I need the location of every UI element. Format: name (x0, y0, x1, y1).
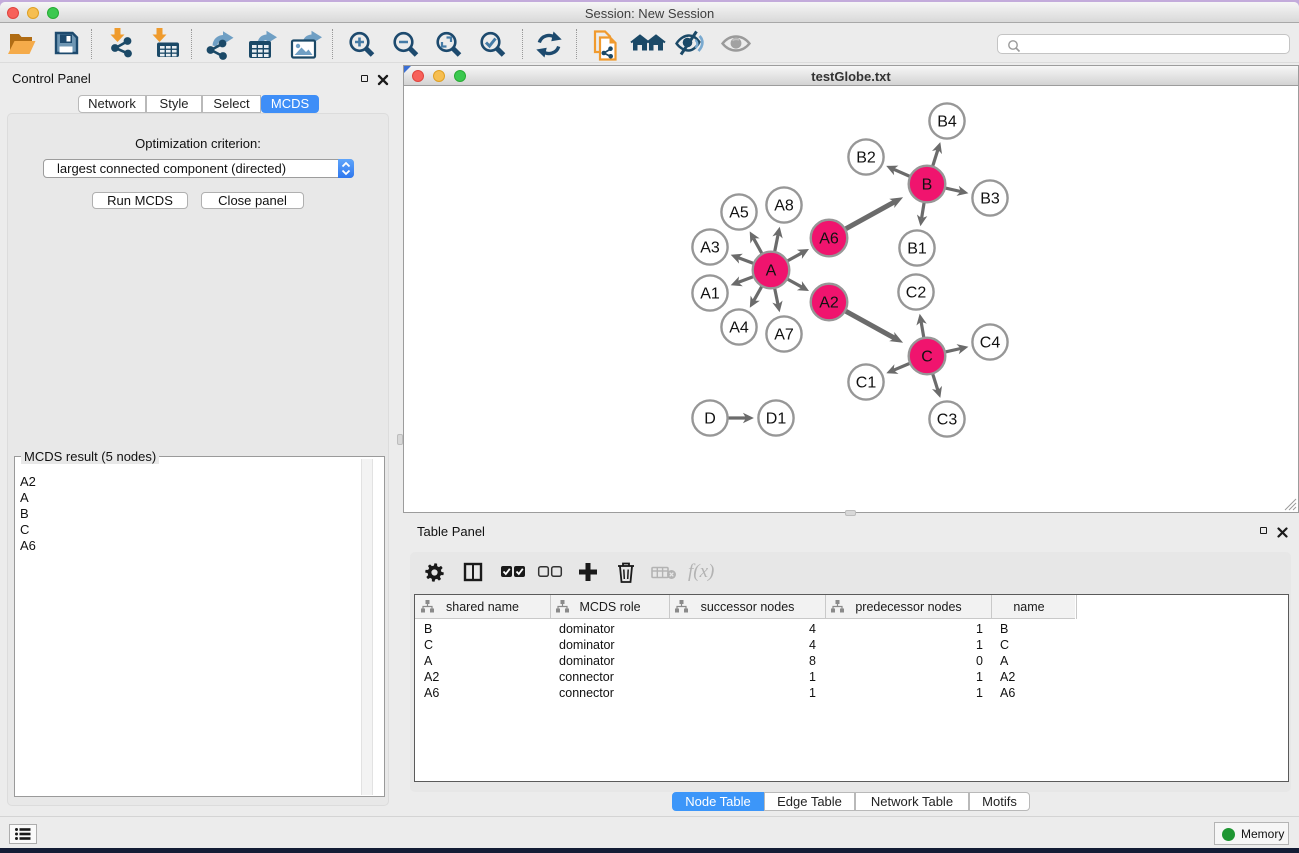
svg-text:A1: A1 (700, 286, 720, 303)
svg-text:A8: A8 (774, 198, 794, 215)
svg-text:B3: B3 (980, 191, 1000, 208)
svg-text:B2: B2 (856, 150, 876, 167)
svg-text:B1: B1 (907, 241, 927, 258)
svg-text:A6: A6 (819, 231, 839, 248)
svg-text:A: A (766, 263, 777, 280)
svg-text:D1: D1 (766, 411, 787, 428)
svg-text:B: B (922, 177, 933, 194)
svg-text:A7: A7 (774, 327, 794, 344)
svg-text:C: C (921, 349, 933, 366)
svg-text:A2: A2 (819, 295, 839, 312)
svg-text:A5: A5 (729, 205, 749, 222)
svg-text:A4: A4 (729, 320, 749, 337)
svg-text:D: D (704, 411, 716, 428)
svg-text:C2: C2 (906, 285, 927, 302)
svg-text:C4: C4 (980, 335, 1001, 352)
svg-text:C3: C3 (937, 412, 958, 429)
svg-text:B4: B4 (937, 114, 957, 131)
svg-text:A3: A3 (700, 240, 720, 257)
svg-text:C1: C1 (856, 375, 877, 392)
